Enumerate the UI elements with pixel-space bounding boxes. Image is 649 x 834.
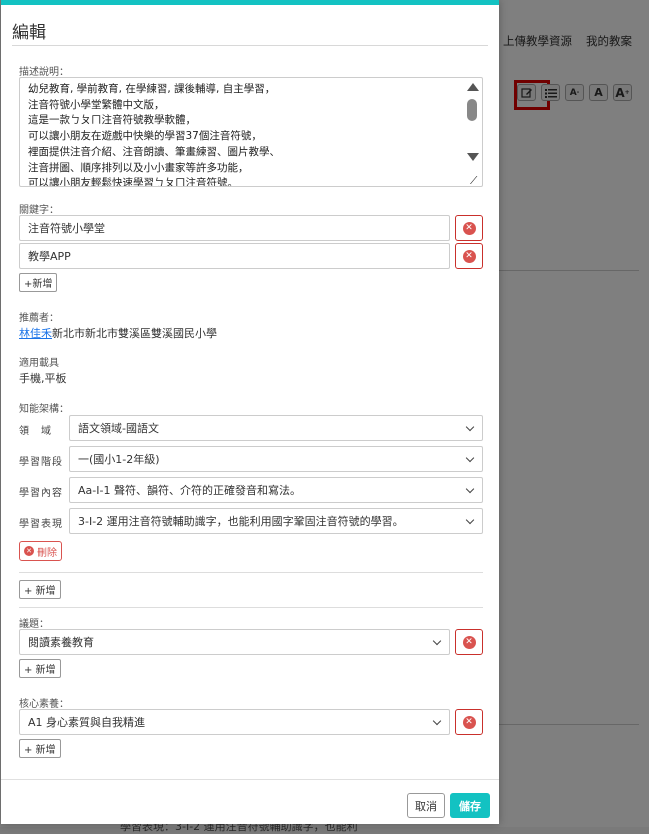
stage-select[interactable]: 一(國小1-2年級) (69, 446, 483, 472)
description-line: 這是一款ㄅㄆㄇ注音符號教學軟體， (28, 114, 196, 127)
remove-topic-button[interactable]: ✕ (455, 629, 483, 655)
core-value: A1 身心素質與自我精進 (28, 716, 146, 729)
remove-core-button[interactable]: ✕ (455, 709, 483, 735)
description-line: 裡面提供注音介紹、注音朗讀、筆畫練習、圖片教學、 (28, 145, 280, 158)
topic-value: 閱讀素養教育 (28, 636, 94, 649)
close-icon: ✕ (24, 546, 34, 556)
delete-label: 刪除 (37, 547, 57, 559)
modal-body[interactable]: 描述說明： 幼兒教育, 學前教育, 在學練習, 課後輔導, 自主學習， 注音符號… (1, 51, 499, 778)
remove-keyword-button[interactable]: ✕ (455, 215, 483, 241)
close-icon: ✕ (462, 221, 476, 235)
core-select[interactable]: A1 身心素質與自我精進 (19, 709, 450, 735)
scroll-down-icon[interactable] (467, 153, 479, 161)
stage-label: 學習階段 (19, 457, 63, 468)
domain-value: 語文領域-國語文 (78, 422, 159, 435)
chevron-down-icon (465, 453, 475, 463)
add-knowledge-button[interactable]: + 新增 (19, 580, 61, 599)
description-line: 可以讓小朋友在遊戲中快樂的學習37個注音符號， (28, 130, 262, 143)
modal-header: 編輯 (12, 5, 488, 46)
modal-title: 編輯 (12, 23, 46, 43)
description-line: 注音符號小學堂繁體中文版， (28, 98, 165, 111)
divider (19, 607, 483, 608)
add-core-button[interactable]: + 新增 (19, 739, 61, 758)
close-icon: ✕ (462, 635, 476, 649)
devices-label: 適用載具 (19, 358, 59, 369)
delete-knowledge-button[interactable]: ✕ 刪除 (19, 541, 62, 561)
cancel-button[interactable]: 取消 (407, 793, 445, 818)
textarea-scrollbar[interactable] (463, 79, 481, 185)
stage-value: 一(國小1-2年級) (78, 453, 160, 466)
core-label: 核心素養： (19, 699, 69, 710)
devices-value: 手機,平板 (19, 372, 67, 385)
recommender-name-link[interactable]: 林佳禾 (19, 327, 52, 340)
recommender-info: 林佳禾新北市新北市雙溪區雙溪國民小學 (19, 325, 217, 341)
add-keyword-button[interactable]: +新增 (19, 273, 58, 292)
topic-label: 議題： (19, 619, 49, 630)
content-value: Aa-Ⅰ-1 聲符、韻符、介符的正確發音和寫法。 (78, 484, 301, 497)
domain-label: 領 域 (19, 426, 52, 437)
close-icon: ✕ (462, 715, 476, 729)
description-line: 可以讓小朋友輕鬆快速學習ㄅㄆㄇ注音符號。 (28, 177, 238, 187)
remove-keyword-button[interactable]: ✕ (455, 243, 483, 269)
recommender-label: 推薦者： (19, 313, 59, 324)
resize-handle-icon[interactable]: ⟋ (470, 174, 480, 186)
chevron-down-icon (432, 636, 442, 646)
chevron-down-icon (465, 422, 475, 432)
scroll-up-icon[interactable] (467, 83, 479, 91)
chevron-down-icon (432, 716, 442, 726)
performance-value: 3-Ⅰ-2 運用注音符號輔助識字，也能利用國字鞏固注音符號的學習。 (78, 515, 404, 528)
chevron-down-icon (465, 515, 475, 525)
add-topic-button[interactable]: + 新增 (19, 659, 61, 678)
topic-select[interactable]: 閱讀素養教育 (19, 629, 450, 655)
chevron-down-icon (465, 484, 475, 494)
content-select[interactable]: Aa-Ⅰ-1 聲符、韻符、介符的正確發音和寫法。 (69, 477, 483, 503)
save-button[interactable]: 儲存 (450, 793, 490, 818)
keyword-input[interactable]: 教學APP (19, 243, 450, 269)
scroll-thumb[interactable] (467, 99, 477, 121)
performance-label: 學習表現 (19, 519, 63, 530)
keywords-label: 關鍵字： (19, 205, 59, 216)
description-line: 注音拼圖、順序排列以及小小畫家等許多功能， (28, 161, 249, 174)
knowledge-label: 知能架構： (19, 404, 69, 415)
edit-modal: 編輯 描述說明： 幼兒教育, 學前教育, 在學練習, 課後輔導, 自主學習， 注… (1, 0, 499, 824)
description-textarea[interactable]: 幼兒教育, 學前教育, 在學練習, 課後輔導, 自主學習， 注音符號小學堂繁體中… (19, 77, 483, 187)
keyword-input[interactable]: 注音符號小學堂 (19, 215, 450, 241)
performance-select[interactable]: 3-Ⅰ-2 運用注音符號輔助識字，也能利用國字鞏固注音符號的學習。 (69, 508, 483, 534)
content-label: 學習內容 (19, 488, 63, 499)
divider (19, 572, 483, 573)
description-line: 幼兒教育, 學前教育, 在學練習, 課後輔導, 自主學習， (28, 83, 276, 95)
domain-select[interactable]: 語文領域-國語文 (69, 415, 483, 441)
modal-footer: 取消 儲存 (1, 779, 499, 829)
recommender-org: 新北市新北市雙溪區雙溪國民小學 (52, 327, 217, 340)
close-icon: ✕ (462, 249, 476, 263)
description-label: 描述說明： (19, 67, 69, 78)
